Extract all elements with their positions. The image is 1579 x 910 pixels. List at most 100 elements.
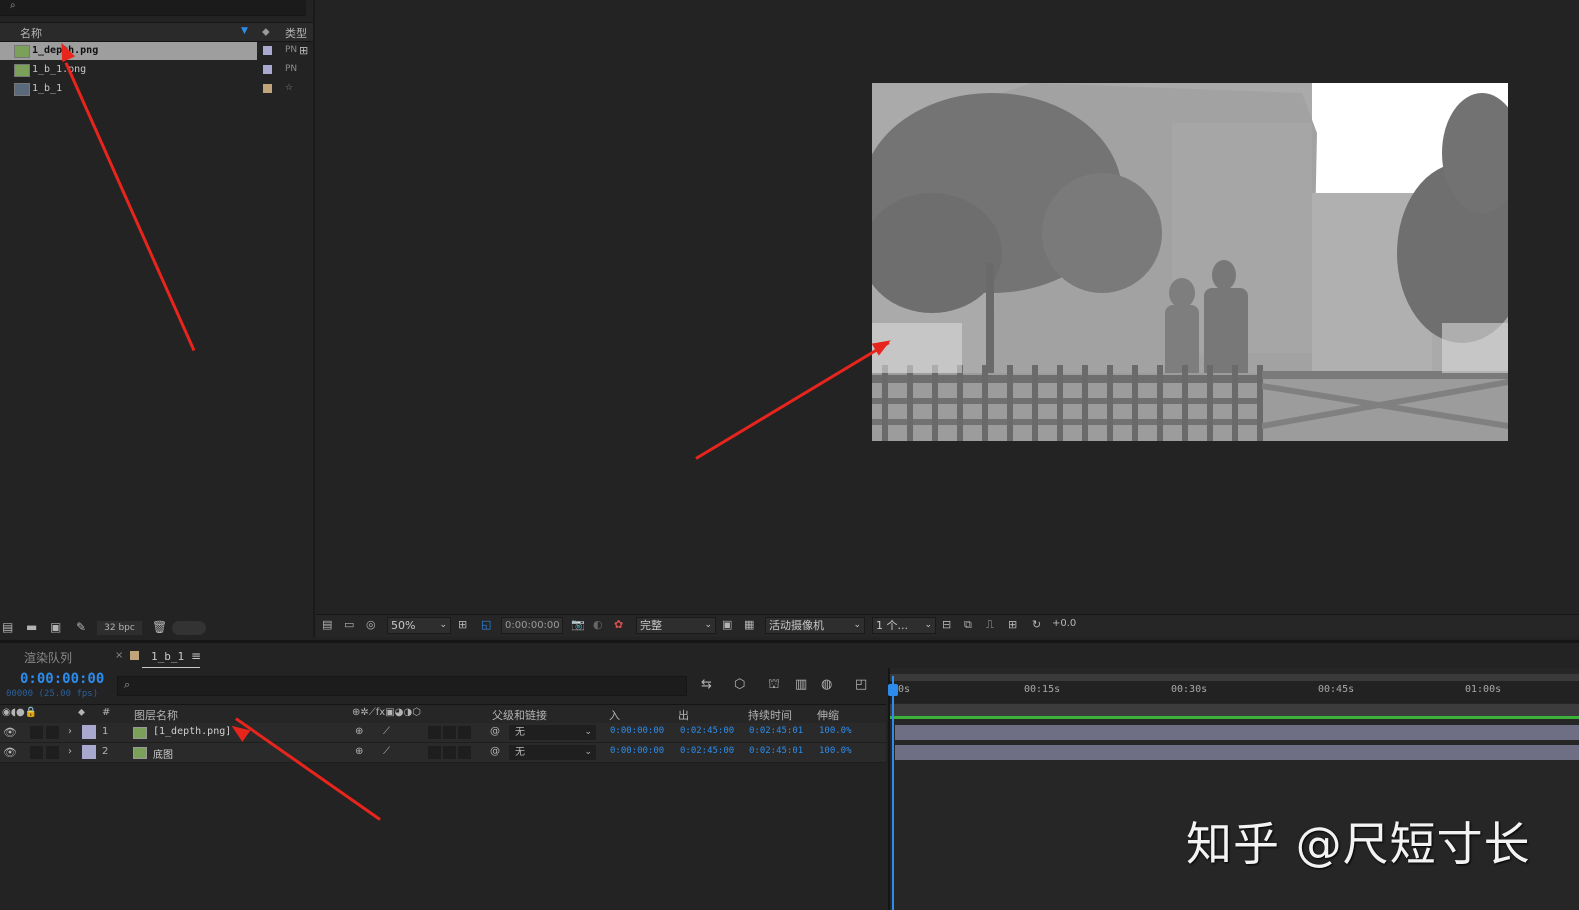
col-num[interactable]: # <box>102 707 110 718</box>
safe-margins-icon[interactable]: ⊞ <box>458 618 467 631</box>
quality-switch-icon[interactable]: ⟋ <box>383 746 390 757</box>
layer-in[interactable]: 0:00:00:00 <box>610 746 664 756</box>
tab-render-queue[interactable]: 渲染队列 <box>24 649 72 666</box>
project-item[interactable]: 1_depth.png <box>0 42 257 60</box>
col-parent[interactable]: 父级和链接 <box>492 707 547 723</box>
new-folder-icon[interactable]: ▬ <box>26 620 37 634</box>
col-layer-name[interactable]: 图层名称 <box>134 707 178 723</box>
layer-out[interactable]: 0:02:45:00 <box>680 726 734 736</box>
layer-duration[interactable]: 0:02:45:01 <box>749 746 803 756</box>
exposure-value[interactable]: +0.0 <box>1052 618 1076 629</box>
effect-switch[interactable] <box>428 746 441 759</box>
3d-switch[interactable] <box>458 746 471 759</box>
col-name-label[interactable]: 名称 <box>20 25 42 41</box>
layer-stretch[interactable]: 100.0% <box>819 726 852 736</box>
current-time[interactable]: 0:00:00:00 <box>20 671 104 687</box>
project-item[interactable]: 1_b_1.png PN <box>0 61 313 79</box>
current-time-indicator[interactable] <box>892 676 894 910</box>
layer-label-swatch[interactable] <box>82 725 96 739</box>
label-color-swatch[interactable] <box>263 84 272 93</box>
fast-previews-icon[interactable]: ⧉ <box>964 618 972 632</box>
pickwhip-icon[interactable]: @ <box>490 746 500 757</box>
solo-switch[interactable] <box>30 746 43 759</box>
bit-depth-button[interactable]: 32 bpc <box>97 621 142 635</box>
close-tab-icon[interactable]: × <box>115 650 123 661</box>
scroll-slider[interactable] <box>172 621 206 635</box>
work-area-bar[interactable] <box>890 704 1579 716</box>
monitor-icon[interactable]: ▭ <box>344 618 354 631</box>
label-tag-icon[interactable]: ⬥ <box>262 25 270 39</box>
col-stretch[interactable]: 伸缩 <box>817 707 839 723</box>
layer-duration-bar[interactable] <box>895 725 1579 740</box>
frame-blending-icon[interactable]: ▥ <box>795 677 807 692</box>
playhead-handle[interactable] <box>888 684 898 696</box>
shy-switch-icon[interactable]: ⊕ <box>355 746 363 757</box>
show-snapshot-icon[interactable]: ◐ <box>593 618 603 631</box>
project-item-meta[interactable]: PN ⊞ <box>257 42 313 60</box>
col-duration[interactable]: 持续时间 <box>748 707 792 723</box>
col-type-label[interactable]: 类型 <box>285 25 307 41</box>
comp-mini-flowchart-icon[interactable]: ⇆ <box>701 677 712 692</box>
solo-switch[interactable] <box>30 726 43 739</box>
reset-exposure-icon[interactable]: ↻ <box>1032 618 1041 631</box>
adjustment-switch[interactable] <box>443 746 456 759</box>
project-search-input[interactable]: ⌕ <box>0 0 306 16</box>
layer-duration[interactable]: 0:02:45:01 <box>749 726 803 736</box>
new-comp-icon[interactable]: ▣ <box>50 620 61 634</box>
camera-select[interactable]: 活动摄像机 ⌄ <box>765 617 865 634</box>
3d-switch[interactable] <box>458 726 471 739</box>
layer-row[interactable]: 👁 › 2 底图 ⊕ ⟋ @ 无 ⌄ 0:00:00:00 0:02:45:00… <box>0 743 886 763</box>
panel-menu-icon[interactable]: ≡ <box>191 649 201 663</box>
transparency-icon[interactable]: ▦ <box>744 618 754 631</box>
mask-visibility-icon[interactable]: ◎ <box>366 618 376 631</box>
time-navigator[interactable] <box>890 674 1579 681</box>
graph-editor-icon[interactable]: ◰ <box>855 677 867 692</box>
timeline-icon[interactable]: ⎍ <box>986 618 994 632</box>
parent-select[interactable]: 无 ⌄ <box>509 745 596 760</box>
lock-switch[interactable] <box>46 726 59 739</box>
label-color-swatch[interactable] <box>263 65 272 74</box>
adjustment-switch[interactable] <box>443 726 456 739</box>
col-out[interactable]: 出 <box>678 707 689 723</box>
pickwhip-icon[interactable]: @ <box>490 726 500 737</box>
zoom-select[interactable]: 50% ⌄ <box>387 617 451 634</box>
views-select[interactable]: 1 个... ⌄ <box>872 617 936 634</box>
color-channels-icon[interactable]: ✿ <box>614 618 623 631</box>
layer-search-input[interactable]: ⌕ <box>117 676 687 696</box>
col-in[interactable]: 入 <box>609 707 620 723</box>
motion-blur-icon[interactable]: ◍ <box>821 677 832 692</box>
layer-name[interactable]: 底图 <box>153 746 173 761</box>
layer-name[interactable]: [1_depth.png] <box>153 726 231 737</box>
label-color-swatch[interactable] <box>263 46 272 55</box>
layer-stretch[interactable]: 100.0% <box>819 746 852 756</box>
effect-switch[interactable] <box>428 726 441 739</box>
lock-switch[interactable] <box>46 746 59 759</box>
eye-icon[interactable]: 👁 <box>3 726 17 739</box>
time-ruler[interactable]: 0s 00:15s 00:30s 00:45s 01:00s <box>890 681 1579 703</box>
toggle-pixel-aspect-icon[interactable]: ⊟ <box>942 618 951 631</box>
snapshot-camera-icon[interactable]: 📷 <box>571 618 585 631</box>
pen-icon[interactable]: ✎ <box>76 620 86 634</box>
sort-arrow-icon[interactable]: ▼ <box>241 26 248 36</box>
interpret-footage-icon[interactable]: ▤ <box>2 620 13 634</box>
draft-3d-icon[interactable]: ⬡ <box>734 677 745 692</box>
always-preview-icon[interactable]: ▤ <box>322 618 332 631</box>
resolution-select[interactable]: 完整 ⌄ <box>636 617 716 634</box>
current-time-display[interactable]: 0:00:00:00 <box>501 617 563 634</box>
tab-comp[interactable]: 1_b_1 <box>151 650 184 663</box>
layer-out[interactable]: 0:02:45:00 <box>680 746 734 756</box>
quality-switch-icon[interactable]: ⟋ <box>383 726 390 737</box>
shy-switch-icon[interactable]: ⊕ <box>355 726 363 737</box>
layer-duration-bar[interactable] <box>895 745 1579 760</box>
layer-label-swatch[interactable] <box>82 745 96 759</box>
parent-select[interactable]: 无 ⌄ <box>509 725 596 740</box>
eye-icon[interactable]: 👁 <box>3 746 17 759</box>
label-tag-icon[interactable]: ⬥ <box>78 707 85 718</box>
trash-icon[interactable]: 🗑 <box>152 620 167 634</box>
expand-chevron-icon[interactable]: › <box>68 726 72 737</box>
shy-layers-icon[interactable]: ⛫ <box>768 677 780 694</box>
expand-chevron-icon[interactable]: › <box>68 746 72 757</box>
flowchart-icon[interactable]: ⊞ <box>1008 618 1017 631</box>
layer-row[interactable]: 👁 › 1 [1_depth.png] ⊕ ⟋ @ 无 ⌄ 0:00:00:00… <box>0 723 886 743</box>
project-item[interactable]: 1_b_1 ☆ <box>0 80 313 98</box>
